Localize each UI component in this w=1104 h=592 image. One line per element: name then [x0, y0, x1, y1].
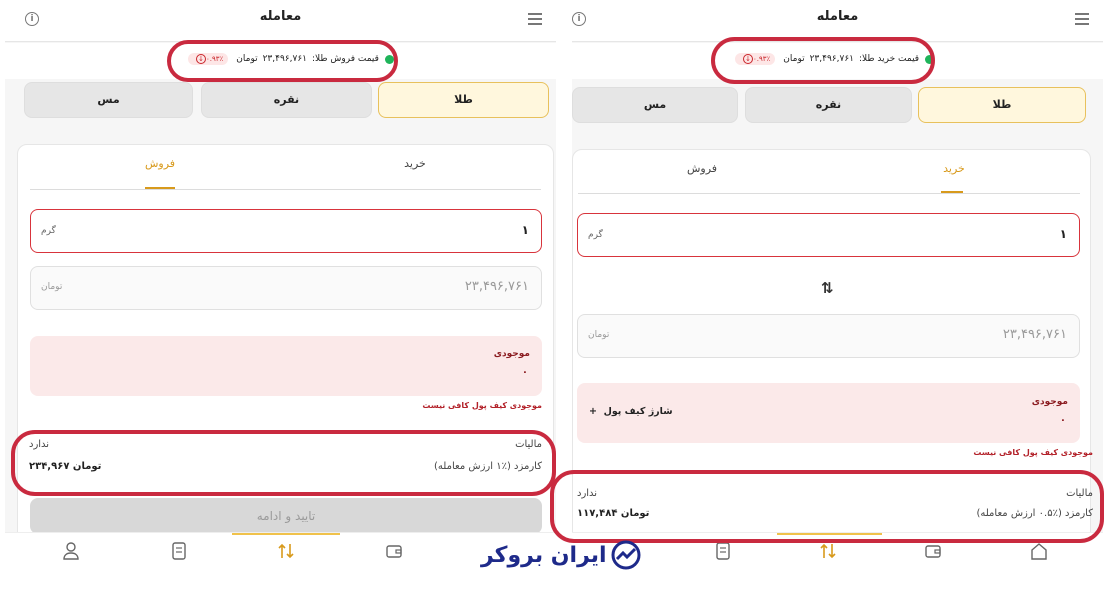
gram-input[interactable]: ۱ گرم — [30, 209, 542, 253]
segment-silver[interactable]: نقره — [201, 82, 372, 118]
gram-value: ۱ — [1059, 227, 1067, 241]
segment-copper[interactable]: مس — [572, 87, 738, 123]
balance-box: موجودی ۰ — [30, 336, 542, 396]
balance-box: موجودی ۰ شارژ کیف پول + — [577, 383, 1080, 443]
tab-divider — [30, 189, 541, 190]
segment-silver[interactable]: نقره — [745, 87, 912, 123]
price-highlight-box-right — [711, 37, 935, 84]
charge-wallet-label: شارژ کیف پول — [603, 406, 673, 417]
toman-unit: تومان — [41, 282, 63, 292]
wallet-icon[interactable] — [385, 541, 403, 561]
balance-value: ۰ — [521, 367, 528, 378]
logo-text: ایران بروکر — [481, 542, 607, 568]
insufficient-balance-error: موجودی کیف پول کافی نیست — [422, 401, 542, 410]
toman-input[interactable]: ۲۳,۴۹۶,۷۶۱ تومان — [30, 266, 542, 310]
page-title: معامله — [259, 9, 302, 24]
plus-icon: + — [589, 406, 597, 417]
balance-label: موجودی — [493, 349, 530, 359]
price-highlight-box — [167, 40, 398, 82]
toman-value: ۲۳,۴۹۶,۷۶۱ — [1002, 327, 1067, 342]
fee-highlight-box-right — [550, 470, 1104, 543]
balance-label: موجودی — [1031, 397, 1068, 407]
confirm-button[interactable]: تایید و ادامه — [30, 498, 542, 534]
top-bar: i معامله — [5, 0, 556, 42]
segment-gold[interactable]: طلا — [918, 87, 1086, 123]
gram-value: ۱ — [521, 223, 529, 237]
gram-input[interactable]: ۱ گرم — [577, 213, 1080, 257]
swap-icon[interactable] — [277, 541, 295, 561]
segment-gold[interactable]: طلا — [378, 82, 549, 118]
tab-sell[interactable]: فروش — [642, 162, 762, 175]
bottom-nav — [5, 532, 556, 570]
tab-sell[interactable]: فروش — [100, 157, 220, 170]
nav-active-indicator — [232, 533, 340, 535]
toman-value: ۲۳,۴۹۶,۷۶۱ — [464, 279, 529, 294]
tab-buy[interactable]: خرید — [894, 162, 1014, 175]
menu-icon[interactable] — [1075, 13, 1089, 25]
wallet-icon[interactable] — [924, 541, 942, 561]
receipt-icon[interactable] — [714, 541, 732, 561]
menu-icon[interactable] — [528, 13, 542, 25]
brand-logo: ایران بروکر — [481, 540, 641, 570]
profile-icon[interactable] — [62, 541, 80, 561]
swap-icon[interactable] — [819, 541, 837, 561]
gram-unit: گرم — [588, 230, 603, 240]
fee-highlight-box — [11, 430, 556, 496]
tab-buy[interactable]: خرید — [355, 157, 475, 170]
segment-copper[interactable]: مس — [24, 82, 193, 118]
charge-wallet-button[interactable]: شارژ کیف پول + — [589, 406, 673, 417]
balance-value: ۰ — [1059, 415, 1066, 426]
tab-active-indicator — [941, 191, 963, 193]
top-bar: i معامله — [572, 0, 1103, 42]
receipt-icon[interactable] — [170, 541, 188, 561]
gram-unit: گرم — [41, 226, 56, 236]
toman-input[interactable]: ۲۳,۴۹۶,۷۶۱ تومان — [577, 314, 1080, 358]
tab-active-indicator — [145, 187, 175, 189]
home-icon[interactable] — [1030, 541, 1048, 561]
swap-direction-icon[interactable]: ⇅ — [821, 279, 834, 297]
insufficient-balance-error: موجودی کیف پول کافی نیست — [973, 448, 1093, 457]
page-title: معامله — [816, 9, 859, 24]
toman-unit: تومان — [588, 330, 610, 340]
ascending-chart-logo-icon — [611, 540, 641, 570]
tab-divider — [578, 193, 1080, 194]
